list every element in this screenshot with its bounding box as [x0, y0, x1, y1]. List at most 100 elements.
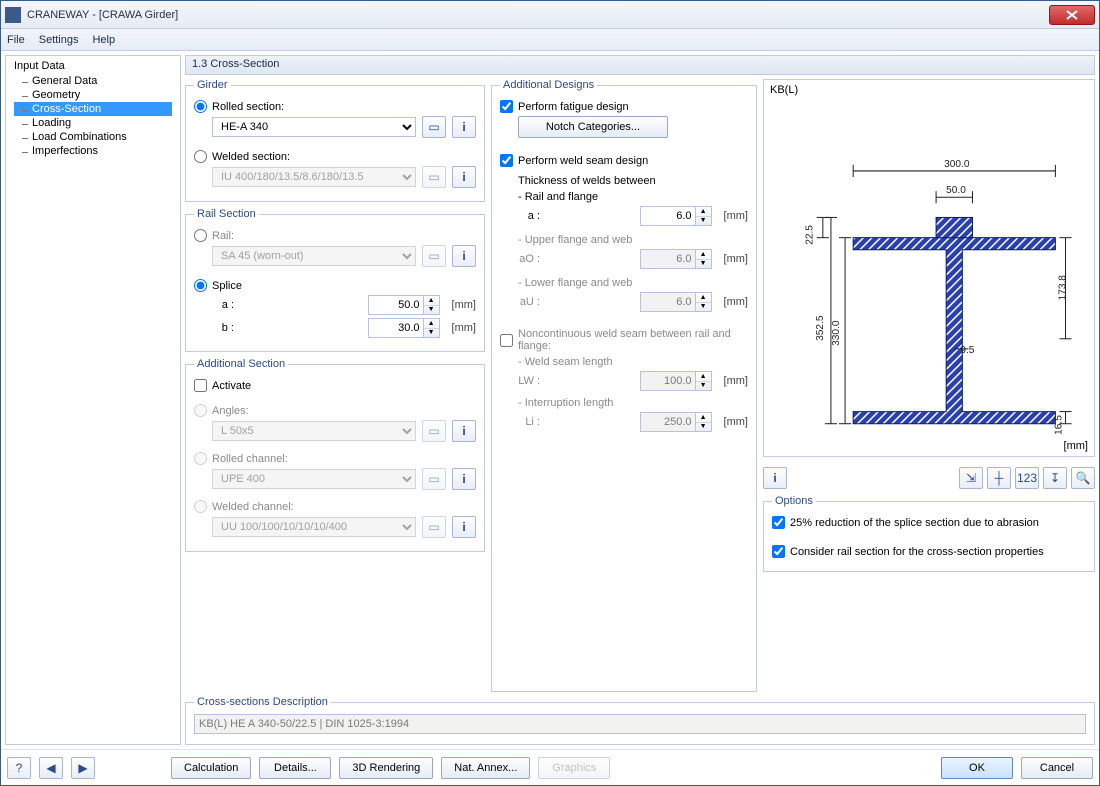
check-weldseam-input[interactable] — [500, 154, 513, 167]
radio-angles-input — [194, 404, 207, 417]
svg-text:173.8: 173.8 — [1058, 275, 1069, 301]
info-button[interactable]: i — [452, 166, 476, 188]
tree-item-cross-section[interactable]: Cross-Section — [14, 102, 172, 116]
splice-b-input[interactable]: ▲▼ — [368, 318, 440, 338]
unit-mm: [mm] — [452, 299, 476, 311]
view-axes-icon[interactable]: ┼ — [987, 467, 1011, 489]
weld-ao-label: aO : — [518, 253, 540, 265]
tree-item-loading[interactable]: Loading — [14, 116, 172, 130]
unit-mm: [mm] — [724, 210, 748, 222]
notch-categories-button[interactable]: Notch Categories... — [518, 116, 668, 138]
view-values-icon[interactable]: 123 — [1015, 467, 1039, 489]
radio-welded-channel: Welded channel: — [194, 500, 476, 513]
check-noncontinuous-input[interactable] — [500, 334, 513, 347]
weld-a-label: a : — [518, 210, 540, 222]
info-button[interactable]: i — [452, 420, 476, 442]
check-fatigue-input[interactable] — [500, 100, 513, 113]
angles-select: L 50x5 — [212, 421, 416, 441]
unit-mm: [mm] — [724, 375, 748, 387]
check-rail-props-label: Consider rail section for the cross-sect… — [790, 546, 1044, 558]
calculation-button[interactable]: Calculation — [171, 757, 251, 779]
help-button[interactable]: ? — [7, 757, 31, 779]
radio-splice[interactable]: Splice — [194, 279, 476, 292]
desc-legend: Cross-sections Description — [194, 696, 331, 708]
check-activate-input[interactable] — [194, 379, 207, 392]
radio-rolled-section[interactable]: Rolled section: — [194, 100, 476, 113]
rolled-section-select[interactable]: HE-A 340 — [212, 117, 416, 137]
app-icon — [5, 7, 21, 23]
menu-help[interactable]: Help — [92, 34, 115, 46]
check-weldseam[interactable]: Perform weld seam design — [500, 154, 748, 167]
details-button[interactable]: Details... — [259, 757, 331, 779]
thickness-label: Thickness of welds between — [500, 175, 748, 187]
weld-a-input[interactable]: ▲▼ — [640, 206, 712, 226]
next-button[interactable]: ▶ — [71, 757, 95, 779]
splice-a-input[interactable]: ▲▼ — [368, 295, 440, 315]
tree-item-imperfections[interactable]: Imperfections — [14, 144, 172, 158]
group-girder: Girder Rolled section: HE-A 340 ▭ i Weld… — [185, 79, 485, 202]
upper-label: - Upper flange and web — [500, 234, 748, 246]
group-description: Cross-sections Description — [185, 696, 1095, 745]
svg-text:330.0: 330.0 — [831, 320, 842, 346]
section-drawing: 300.0 50.0 22.5 352.5 330.0 173.8 16.5 9… — [770, 86, 1088, 450]
close-button[interactable] — [1049, 5, 1095, 25]
check-fatigue[interactable]: Perform fatigue design — [500, 100, 748, 113]
view-axes2-icon[interactable]: ↧ — [1043, 467, 1067, 489]
preview-unit: [mm] — [1064, 440, 1088, 452]
menu-file[interactable]: File — [7, 34, 25, 46]
info-button[interactable]: i — [452, 245, 476, 267]
menubar: File Settings Help — [1, 29, 1099, 51]
rail-flange-label: - Rail and flange — [500, 191, 748, 203]
info-button[interactable]: i — [763, 467, 787, 489]
check-abrasion[interactable]: 25% reduction of the splice section due … — [772, 516, 1086, 529]
lower-label: - Lower flange and web — [500, 277, 748, 289]
3d-rendering-button[interactable]: 3D Rendering — [339, 757, 433, 779]
tree-item-geometry[interactable]: Geometry — [14, 88, 172, 102]
splice-b-label: b : — [212, 322, 234, 334]
info-button[interactable]: i — [452, 516, 476, 538]
menu-settings[interactable]: Settings — [39, 34, 79, 46]
svg-text:16.5: 16.5 — [1053, 415, 1064, 435]
designs-legend: Additional Designs — [500, 79, 597, 91]
unit-mm: [mm] — [724, 253, 748, 265]
options-legend: Options — [772, 495, 816, 507]
unit-mm: [mm] — [452, 322, 476, 334]
nat-annex-button[interactable]: Nat. Annex... — [441, 757, 530, 779]
page-title: 1.3 Cross-Section — [185, 55, 1095, 75]
interruption-length-label: - Interruption length — [500, 397, 748, 409]
girder-legend: Girder — [194, 79, 231, 91]
tree-item-load-combinations[interactable]: Load Combinations — [14, 130, 172, 144]
rail-legend: Rail Section — [194, 208, 259, 220]
lw-input: ▲▼ — [640, 371, 712, 391]
preview-toolbar: i ⇲ ┼ 123 ↧ 🔍 — [763, 467, 1095, 489]
li-input: ▲▼ — [640, 412, 712, 432]
check-activate-label: Activate — [212, 380, 251, 392]
info-button[interactable]: i — [452, 468, 476, 490]
zoom-icon[interactable]: 🔍 — [1071, 467, 1095, 489]
library-button-disabled: ▭ — [422, 166, 446, 188]
tree-root-label: Input Data — [14, 60, 172, 72]
section-preview: KB(L) — [763, 79, 1095, 457]
check-rail-props-input[interactable] — [772, 545, 785, 558]
radio-welded-section[interactable]: Welded section: — [194, 150, 476, 163]
check-activate[interactable]: Activate — [194, 379, 476, 392]
library-button[interactable]: ▭ — [422, 116, 446, 138]
radio-rail-input[interactable] — [194, 229, 207, 242]
radio-splice-input[interactable] — [194, 279, 207, 292]
tree-item-general-data[interactable]: General Data — [14, 74, 172, 88]
check-rail-props[interactable]: Consider rail section for the cross-sect… — [772, 545, 1086, 558]
info-button[interactable]: i — [452, 116, 476, 138]
radio-rail[interactable]: Rail: — [194, 229, 476, 242]
cancel-button[interactable]: Cancel — [1021, 757, 1093, 779]
radio-welded-input[interactable] — [194, 150, 207, 163]
prev-button[interactable]: ◀ — [39, 757, 63, 779]
group-options: Options 25% reduction of the splice sect… — [763, 495, 1095, 572]
radio-rolledch-label: Rolled channel: — [212, 453, 288, 465]
radio-rolled-channel: Rolled channel: — [194, 452, 476, 465]
view-dims-icon[interactable]: ⇲ — [959, 467, 983, 489]
radio-rolled-input[interactable] — [194, 100, 207, 113]
radio-splice-label: Splice — [212, 280, 242, 292]
check-abrasion-input[interactable] — [772, 516, 785, 529]
check-noncontinuous[interactable]: Noncontinuous weld seam between rail and… — [500, 328, 748, 352]
ok-button[interactable]: OK — [941, 757, 1013, 779]
